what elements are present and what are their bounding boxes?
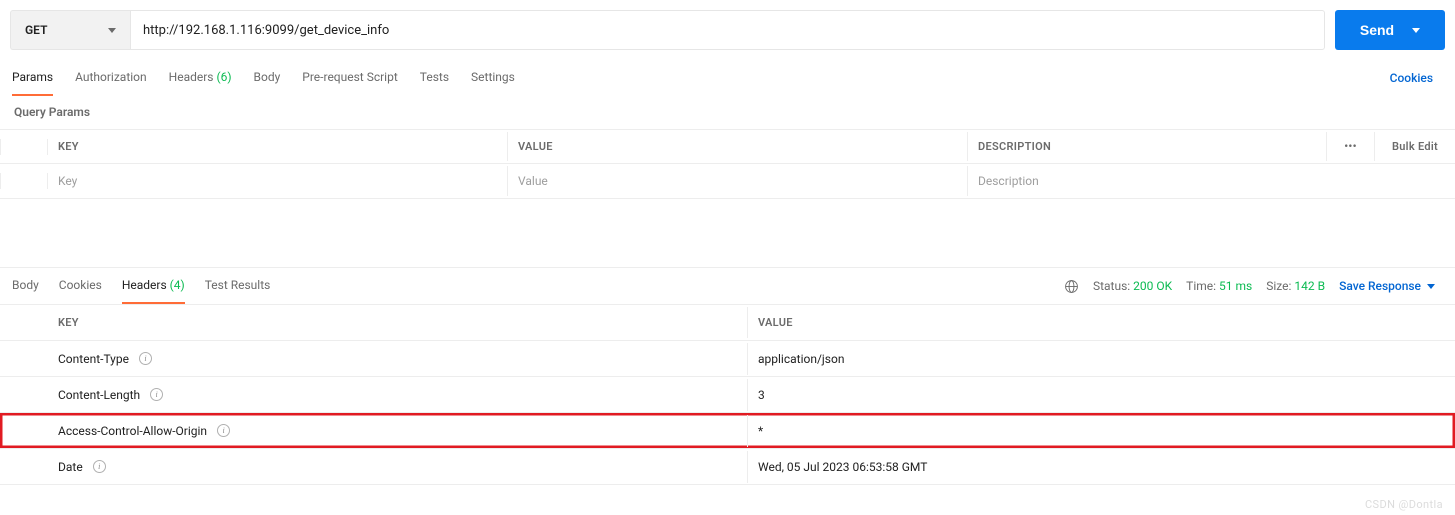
time-block: Time: 51 ms: [1186, 279, 1252, 293]
resp-tab-body[interactable]: Body: [12, 268, 39, 304]
query-row-actions-spacer: [1327, 173, 1375, 189]
save-response-label: Save Response: [1339, 279, 1421, 293]
tab-body[interactable]: Body: [254, 60, 281, 96]
info-icon[interactable]: i: [93, 460, 106, 473]
size-block: Size: 142 B: [1266, 279, 1325, 293]
bulk-edit-button[interactable]: Bulk Edit: [1375, 132, 1455, 161]
query-header-row: KEY VALUE DESCRIPTION ••• Bulk Edit: [0, 130, 1455, 164]
resp-row-value: 3: [748, 379, 1455, 411]
query-input-row: [0, 164, 1455, 198]
tab-pre-request[interactable]: Pre-request Script: [302, 60, 397, 96]
query-row-bulk-spacer: [1375, 173, 1455, 189]
response-headers-table: KEY VALUE Content-Typeiapplication/jsonC…: [0, 304, 1455, 485]
size-value: 142 B: [1294, 279, 1325, 293]
http-method-value: GET: [25, 23, 47, 37]
spacer: [0, 199, 1455, 267]
response-row: Body Cookies Headers (4) Test Results St…: [0, 267, 1455, 304]
tab-params[interactable]: Params: [12, 60, 53, 96]
resp-header-value: VALUE: [748, 307, 1455, 338]
tab-tests[interactable]: Tests: [420, 60, 449, 96]
resp-row-key-text: Content-Length: [58, 388, 140, 402]
response-header-row: DateiWed, 05 Jul 2023 06:53:58 GMT: [0, 449, 1455, 485]
query-header-value: VALUE: [508, 132, 968, 161]
resp-tab-test-results[interactable]: Test Results: [205, 268, 271, 304]
query-description-input[interactable]: [978, 174, 1317, 188]
resp-tab-cookies[interactable]: Cookies: [59, 268, 102, 304]
info-icon[interactable]: i: [217, 424, 230, 437]
tab-settings[interactable]: Settings: [471, 60, 515, 96]
response-header-row: Access-Control-Allow-Origin i *: [0, 413, 1455, 449]
query-params-label: Query Params: [0, 97, 1455, 129]
query-key-input[interactable]: [58, 174, 497, 188]
info-icon[interactable]: i: [150, 388, 163, 401]
query-header-key: KEY: [48, 132, 508, 161]
send-button-label: Send: [1360, 22, 1394, 38]
send-button[interactable]: Send: [1335, 10, 1445, 50]
resp-row-key-text: Access-Control-Allow-Origin: [58, 424, 207, 438]
resp-row-key-text: Date: [58, 460, 83, 474]
status-label: Status:: [1093, 279, 1130, 293]
resp-row-key: Content-Length i: [48, 379, 748, 411]
response-tabs: Body Cookies Headers (4) Test Results: [12, 268, 290, 304]
request-bar: GET Send: [0, 0, 1455, 60]
save-response-button[interactable]: Save Response: [1339, 279, 1443, 293]
resp-header-key: KEY: [48, 307, 748, 338]
resp-row-key: Access-Control-Allow-Origin i: [48, 415, 748, 447]
time-value: 51 ms: [1219, 279, 1252, 293]
size-label: Size:: [1266, 279, 1291, 293]
chevron-down-icon: [1412, 28, 1420, 33]
query-key-cell: [48, 166, 508, 196]
resp-row-value: application/json: [748, 343, 1455, 375]
tab-headers-label: Headers: [169, 70, 214, 84]
cookies-link[interactable]: Cookies: [1390, 71, 1443, 85]
query-header-actions[interactable]: •••: [1327, 132, 1375, 161]
info-icon[interactable]: i: [139, 352, 152, 365]
globe-icon[interactable]: [1064, 279, 1079, 294]
resp-row-value: *: [748, 415, 1455, 447]
tab-headers[interactable]: Headers (6): [169, 60, 232, 96]
query-value-cell: [508, 166, 968, 196]
query-header-leading: [0, 139, 48, 155]
query-header-description: DESCRIPTION: [968, 132, 1327, 161]
resp-tab-headers[interactable]: Headers (4): [122, 268, 185, 304]
query-params-table: KEY VALUE DESCRIPTION ••• Bulk Edit: [0, 129, 1455, 199]
tab-authorization[interactable]: Authorization: [75, 60, 147, 96]
watermark: CSDN @Dontla: [1365, 498, 1443, 511]
http-method-select[interactable]: GET: [10, 10, 130, 50]
resp-row-key: Datei: [48, 451, 748, 483]
query-value-input[interactable]: [518, 174, 957, 188]
chevron-down-icon: [1427, 284, 1435, 289]
response-status-bar: Status: 200 OK Time: 51 ms Size: 142 B S…: [1064, 279, 1443, 294]
status-block: Status: 200 OK: [1093, 279, 1172, 293]
resp-tab-headers-count: (4): [170, 278, 185, 292]
response-header-row: KEY VALUE: [0, 305, 1455, 341]
request-url-input[interactable]: [130, 10, 1325, 50]
response-header-row: Content-Type i application/json: [0, 341, 1455, 377]
query-desc-cell: [968, 166, 1327, 196]
resp-row-key: Content-Type i: [48, 343, 748, 375]
resp-tab-headers-label: Headers: [122, 278, 167, 292]
chevron-down-icon: [108, 28, 116, 33]
query-row-leading: [0, 173, 48, 189]
request-tabs: Params Authorization Headers (6) Body Pr…: [12, 60, 537, 96]
request-tabs-row: Params Authorization Headers (6) Body Pr…: [0, 60, 1455, 97]
status-value: 200 OK: [1133, 279, 1172, 293]
tab-headers-count: (6): [216, 70, 231, 84]
resp-row-value: Wed, 05 Jul 2023 06:53:58 GMT: [748, 451, 1455, 483]
time-label: Time:: [1186, 279, 1216, 293]
resp-row-key-text: Content-Type: [58, 352, 129, 366]
response-header-row: Content-Length i 3: [0, 377, 1455, 413]
